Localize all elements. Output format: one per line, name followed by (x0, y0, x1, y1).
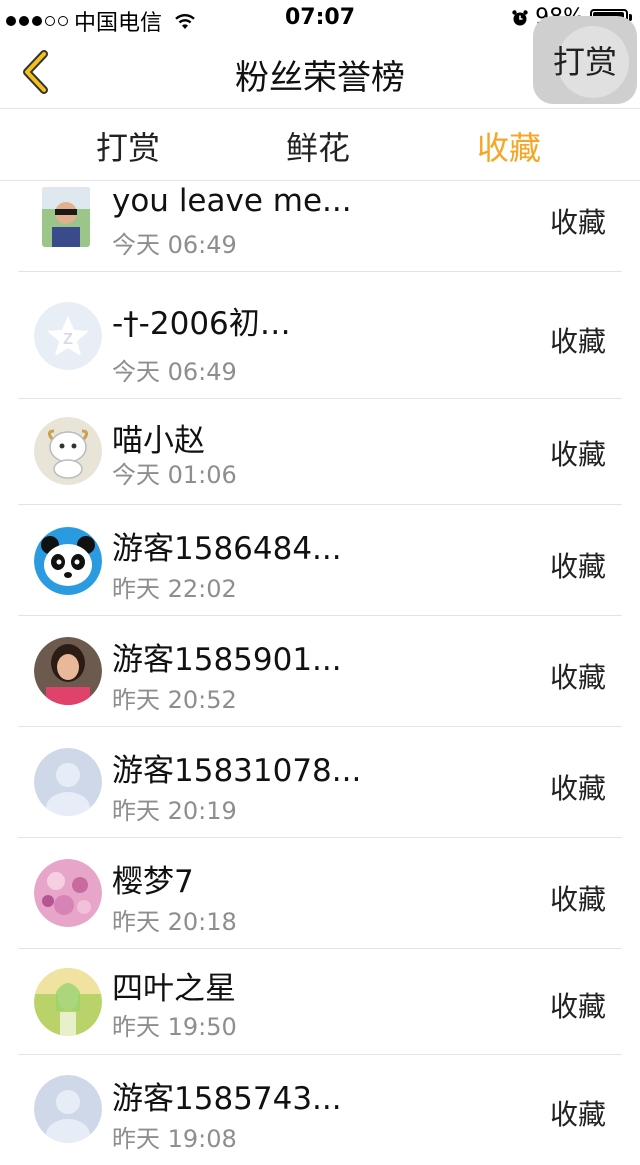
list-item[interactable]: 樱梦7 昨天 20:18 收藏 (18, 838, 622, 949)
fan-name: 游客1586484... (112, 531, 342, 567)
fan-name: 樱梦7 (112, 864, 194, 900)
carrier-label: 中国电信 (74, 11, 163, 36)
photo-avatar-icon (34, 637, 102, 705)
favorite-label: 收藏 (549, 883, 606, 916)
tab-bar: 打赏 鲜花 收藏 (0, 109, 640, 181)
nav-bar: 粉丝荣誉榜 打赏 (0, 16, 640, 109)
fan-time: 昨天 19:50 (112, 1013, 237, 1041)
fan-time: 今天 06:49 (112, 358, 237, 386)
list-item[interactable]: 游客15831078... 昨天 20:19 收藏 (18, 727, 622, 838)
alarm-clock-icon (512, 9, 528, 25)
default-user-avatar-icon (34, 748, 102, 816)
fan-time: 昨天 19:08 (112, 1125, 237, 1153)
fan-name: 四叶之星 (112, 971, 236, 1007)
fan-name: you leave me... (112, 183, 352, 219)
default-user-avatar-icon (34, 1075, 102, 1143)
fan-time: 今天 06:49 (112, 231, 237, 259)
favorite-label: 收藏 (549, 550, 606, 583)
tab-reward[interactable]: 打赏 (96, 123, 160, 169)
fan-time: 昨天 20:52 (112, 686, 237, 714)
svg-text:Z: Z (63, 331, 73, 348)
tab-flowers[interactable]: 鲜花 (286, 123, 350, 169)
fan-name: 游客1585901... (112, 642, 342, 678)
flower-avatar-icon (34, 859, 102, 927)
fan-name: 游客1585743... (112, 1081, 342, 1117)
favorite-label: 收藏 (549, 661, 606, 694)
back-button[interactable] (10, 46, 60, 98)
chevron-left-icon (23, 50, 48, 94)
fan-time: 昨天 22:02 (112, 575, 237, 603)
signal-icon (6, 16, 68, 26)
list-item[interactable]: you leave me... 今天 06:49 收藏 (18, 181, 622, 272)
list-item[interactable]: 游客1586484... 昨天 22:02 收藏 (18, 505, 622, 616)
list-item[interactable]: 游客1585901... 昨天 20:52 收藏 (18, 616, 622, 727)
favorite-label: 收藏 (549, 990, 606, 1023)
cartoon-sheep-avatar-icon (34, 417, 102, 485)
list-item[interactable]: Z -†-2006初… 今天 06:49 收藏 (18, 272, 622, 399)
fan-time: 昨天 20:19 (112, 797, 237, 825)
reward-button[interactable]: 打赏 (533, 16, 637, 104)
fan-name: 喵小赵 (112, 423, 205, 459)
favorite-label: 收藏 (549, 206, 606, 239)
panda-avatar-icon (34, 527, 102, 595)
tab-favorites[interactable]: 收藏 (477, 123, 541, 169)
default-star-avatar-icon: Z (34, 302, 102, 370)
favorite-label: 收藏 (549, 325, 606, 358)
fan-name: 游客15831078... (112, 753, 362, 789)
list-item[interactable]: 游客1585743... 昨天 19:08 收藏 (18, 1055, 622, 1165)
fan-time: 昨天 20:18 (112, 908, 237, 936)
fan-time: 今天 01:06 (112, 461, 237, 489)
favorite-label: 收藏 (549, 1098, 606, 1131)
fan-name: -†-2006初… (112, 306, 291, 342)
list-item[interactable]: 四叶之星 昨天 19:50 收藏 (18, 949, 622, 1055)
favorite-label: 收藏 (549, 438, 606, 471)
list-item[interactable]: 喵小赵 今天 01:06 收藏 (18, 399, 622, 505)
reward-button-label: 打赏 (552, 43, 617, 81)
favorite-label: 收藏 (549, 772, 606, 805)
photo-avatar-icon (42, 187, 90, 247)
wifi-icon (175, 14, 195, 29)
anime-avatar-icon (34, 968, 102, 1036)
status-left: 中国电信 (6, 5, 196, 37)
